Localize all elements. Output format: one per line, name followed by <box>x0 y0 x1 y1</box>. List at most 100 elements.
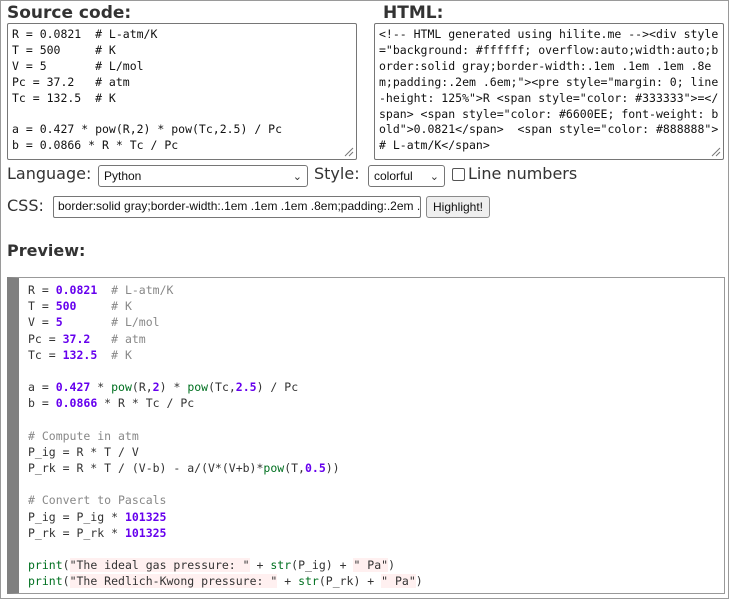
html-heading: HTML: <box>383 3 444 23</box>
string-token: "The Redlich-Kwong pressure: " <box>69 574 278 589</box>
code-token: P_ig = P_ig * <box>28 509 125 524</box>
comment-token: # L/mol <box>111 315 160 330</box>
string-token: "The ideal gas pressure: " <box>69 558 250 573</box>
builtin-token: print <box>28 558 63 573</box>
code-token: * R * Tc / Pc <box>97 396 195 411</box>
code-token: ) * <box>159 380 188 395</box>
number-token: 132.5 <box>62 347 98 362</box>
language-select-value: Python <box>104 169 142 183</box>
number-token: 500 <box>55 299 77 314</box>
source-code-heading: Source code: <box>7 3 132 23</box>
preview-panel: R = 0.0821 # L-atm/K T = 500 # KV = 5 # L… <box>7 277 725 594</box>
preview-code: R = 0.0821 # L-atm/K T = 500 # KV = 5 # L… <box>19 278 724 590</box>
chevron-down-icon: ⌄ <box>429 171 439 183</box>
code-line: b = 0.0866 * R * Tc / Pc <box>28 395 724 411</box>
code-token: P_rk = P_rk * <box>28 525 125 540</box>
number-token: 0.0866 <box>55 396 98 411</box>
code-line: Pc = 37.2 # atm <box>28 331 724 347</box>
code-token: P_ig = R * T / V <box>28 444 139 459</box>
code-line: # Compute in atm <box>28 428 724 444</box>
code-line: P_ig = R * T / V <box>28 444 724 460</box>
comment-token: # K <box>111 299 132 314</box>
page-frame: Source code: HTML: Language: Python ⌄ St… <box>0 0 729 599</box>
language-select[interactable]: Python ⌄ <box>98 165 308 187</box>
comment-token: # L-atm/K <box>111 283 174 297</box>
preview-heading: Preview: <box>7 241 86 260</box>
code-token: + <box>277 574 299 589</box>
code-token: )) <box>325 461 340 476</box>
builtin-token: pow <box>111 380 132 395</box>
code-token: R = <box>28 283 56 297</box>
code-token: ) <box>388 558 396 573</box>
comment-token: # atm <box>111 331 146 346</box>
css-label: CSS: <box>7 196 44 215</box>
line-numbers-checkbox[interactable] <box>452 168 465 181</box>
number-token: 0.427 <box>55 380 91 395</box>
code-line: R = 0.0821 # L-atm/K <box>28 282 724 298</box>
comment-token: # K <box>111 347 132 362</box>
builtin-token: pow <box>187 380 209 395</box>
code-token: * <box>90 380 112 395</box>
code-token: a = <box>28 380 56 395</box>
code-token: b = <box>28 396 56 411</box>
code-token: (T, <box>284 461 305 476</box>
code-line: Tc = 132.5 # K <box>28 347 724 363</box>
code-line: # Convert to Pascals <box>28 492 724 508</box>
comment-token: # Compute in atm <box>28 428 139 443</box>
html-output-textarea[interactable] <box>374 23 724 160</box>
code-line: a = 0.427 * pow(R,2) * pow(Tc,2.5) / Pc <box>28 379 724 395</box>
line-numbers-label[interactable]: Line numbers <box>468 164 577 183</box>
string-token: " Pa" <box>381 574 416 589</box>
language-label: Language: <box>7 164 92 183</box>
code-token: V = <box>28 315 56 330</box>
code-token: P_rk = R * T / (V-b) - a/(V*(V+b)* <box>28 461 264 476</box>
code-line: P_rk = P_rk * 101325 <box>28 525 724 541</box>
css-input[interactable]: border:solid gray;border-width:.1em .1em… <box>53 196 421 218</box>
number-token: 0.0821 <box>55 283 98 297</box>
code-token: Pc = <box>28 331 63 346</box>
number-token: 101325 <box>124 525 167 540</box>
code-line: P_rk = R * T / (V-b) - a/(V*(V+b)*pow(T,… <box>28 460 724 476</box>
code-token: Tc = <box>28 347 63 362</box>
builtin-token: str <box>270 558 292 573</box>
number-token: 5 <box>55 315 63 330</box>
builtin-token: str <box>298 574 319 589</box>
code-token: ( <box>62 574 70 589</box>
number-token: 2.5 <box>235 380 257 395</box>
builtin-token: print <box>28 574 63 589</box>
number-token: 2 <box>152 380 160 395</box>
builtin-token: pow <box>263 461 285 476</box>
code-token: ( <box>62 558 70 573</box>
code-line: V = 5 # L/mol <box>28 314 724 330</box>
style-select[interactable]: colorful ⌄ <box>368 165 445 187</box>
style-select-value: colorful <box>374 169 413 183</box>
chevron-down-icon: ⌄ <box>292 171 302 183</box>
code-token: ) / Pc <box>256 380 299 395</box>
code-line: print("The ideal gas pressure: " + str(P… <box>28 557 724 573</box>
source-code-textarea[interactable] <box>7 23 357 160</box>
code-token: (R, <box>131 380 153 395</box>
code-token: (P_rk) + <box>318 574 382 589</box>
number-token: 101325 <box>124 509 167 524</box>
code-line: T = 500 # K <box>28 298 724 314</box>
style-label: Style: <box>314 164 360 183</box>
number-token: 0.5 <box>304 461 326 476</box>
code-token: ) <box>415 574 423 589</box>
code-token: + <box>249 558 271 573</box>
string-token: " Pa" <box>353 558 389 573</box>
comment-token: # Convert to Pascals <box>28 493 167 508</box>
highlight-button[interactable]: Highlight! <box>426 196 490 218</box>
code-line: P_ig = P_ig * 101325 <box>28 509 724 525</box>
code-line: print("The Redlich-Kwong pressure: " + s… <box>28 573 724 589</box>
code-token: (Tc, <box>208 380 236 395</box>
code-token: T = <box>28 299 56 314</box>
